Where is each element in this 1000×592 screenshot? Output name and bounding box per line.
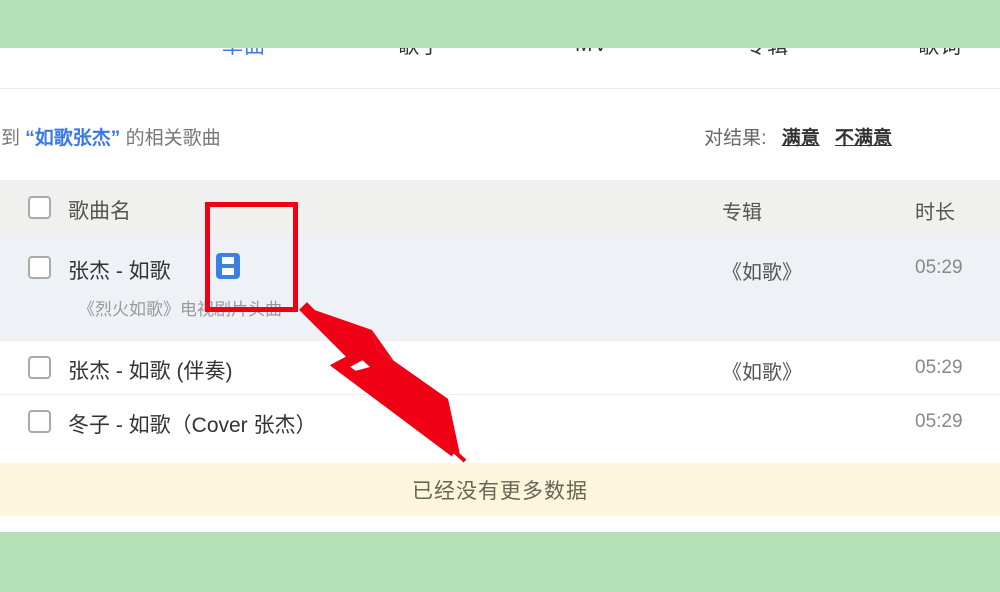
table-row[interactable]: 张杰 - 如歌 《烈火如歌》电视剧片头曲 《如歌》 05:29 [0,235,1000,340]
song-duration: 05:29 [915,257,963,278]
page-backdrop-top [0,0,1000,48]
result-count-text: 索到 “如歌张杰” 的相关歌曲 [0,123,221,150]
mv-film-icon[interactable] [216,253,240,279]
screen-root: 单曲 歌手 MV 专辑 歌词 索到 “如歌张杰” 的相关歌曲 对结果: 满意 不… [0,0,1000,592]
column-header-duration: 时长 [915,202,955,224]
result-feedback: 对结果: 满意 不满意 [704,123,892,150]
result-suffix: 的相关歌曲 [125,128,221,149]
table-row[interactable]: 冬子 - 如歌（Cover 张杰） 05:29 [0,394,1000,448]
song-subtitle: 《烈火如歌》电视剧片头曲 [78,300,282,319]
song-title: 张杰 - 如歌 (伴奏) [68,360,233,383]
feedback-satisfied-link[interactable]: 满意 [782,128,820,149]
song-results-table: 歌曲名 专辑 时长 张杰 - 如歌 《烈火如歌》电视剧片头曲 《如歌》 05:2… [0,180,1000,448]
select-all-checkbox[interactable] [28,196,51,219]
song-duration: 05:29 [915,357,963,378]
search-keyword: “如歌张杰” [25,128,121,149]
song-duration: 05:29 [915,411,963,432]
no-more-data-notice: 已经没有更多数据 [0,463,1000,516]
row-checkbox[interactable] [28,256,51,279]
column-header-album: 专辑 [722,202,762,224]
tabs-divider [0,88,1000,89]
song-title: 张杰 - 如歌 [68,260,171,283]
search-results-panel: 单曲 歌手 MV 专辑 歌词 索到 “如歌张杰” 的相关歌曲 对结果: 满意 不… [0,0,1000,532]
page-backdrop-bottom [0,532,1000,592]
song-title: 冬子 - 如歌（Cover 张杰） [68,414,317,437]
result-summary-bar: 索到 “如歌张杰” 的相关歌曲 对结果: 满意 不满意 播放全 [0,104,1000,258]
feedback-unsatisfied-link[interactable]: 不满意 [835,128,892,149]
result-prefix: 索到 [0,128,21,149]
row-checkbox[interactable] [28,356,51,379]
table-header-row: 歌曲名 专辑 时长 [0,180,1000,235]
table-row[interactable]: 张杰 - 如歌 (伴奏) 《如歌》 05:29 [0,340,1000,394]
row-checkbox[interactable] [28,410,51,433]
column-header-title: 歌曲名 [68,200,131,223]
song-album: 《如歌》 [722,362,802,384]
feedback-label: 对结果: [704,128,767,149]
song-album: 《如歌》 [722,262,802,284]
